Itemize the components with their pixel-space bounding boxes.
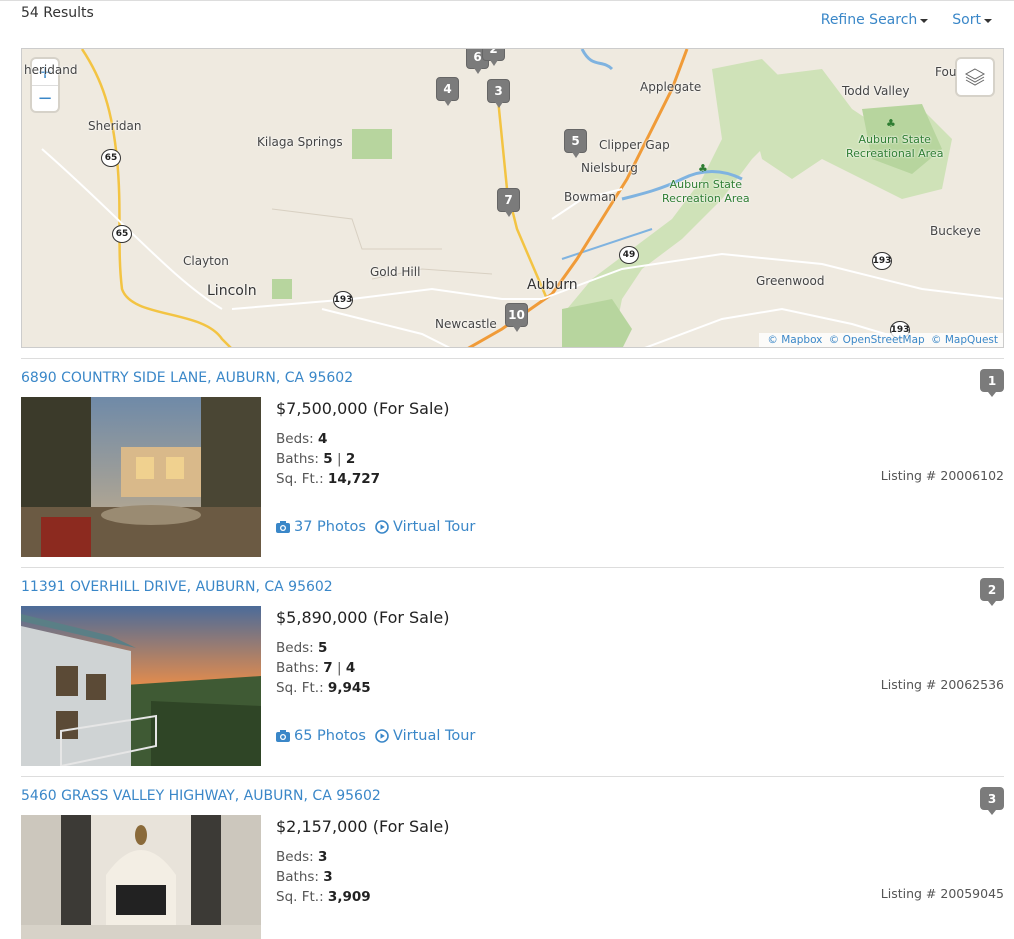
refine-search-dropdown[interactable]: Refine Search xyxy=(821,12,929,28)
listing-price: $7,500,000 (For Sale) xyxy=(276,399,450,418)
place-label: Applegate xyxy=(640,80,702,94)
virtual-tour-link[interactable]: Virtual Tour xyxy=(375,519,475,535)
attribution-link[interactable]: © Mapbox xyxy=(767,334,822,346)
map-attribution: © Mapbox © OpenStreetMap © MapQuest xyxy=(759,333,1003,347)
listing-sqft: Sq. Ft.: 9,945 xyxy=(276,680,371,696)
sort-dropdown[interactable]: Sort xyxy=(952,12,992,28)
layers-icon xyxy=(964,68,986,86)
listing-beds: Beds: 3 xyxy=(276,849,328,865)
park-tree-icon: ♣ xyxy=(698,162,708,175)
listing-card: 11391 OVERHILL DRIVE, AUBURN, CA 95602 2… xyxy=(21,567,1004,776)
listing-number: Listing # 20059045 xyxy=(880,886,1004,901)
listing-address-link[interactable]: 5460 GRASS VALLEY HIGHWAY, AUBURN, CA 95… xyxy=(21,788,381,804)
place-label: Nielsburg xyxy=(581,161,638,175)
sort-label: Sort xyxy=(952,12,981,28)
place-label: Todd Valley xyxy=(842,84,910,98)
caret-down-icon xyxy=(984,19,992,23)
camera-icon xyxy=(276,730,290,742)
place-label: Auburn xyxy=(527,277,578,293)
place-label: Bowman xyxy=(564,190,617,204)
top-divider xyxy=(0,0,1014,1)
highway-shield: 65 xyxy=(112,225,132,243)
listing-baths: Baths: 3 xyxy=(276,869,333,885)
listing-photo[interactable] xyxy=(21,606,261,766)
play-circle-icon xyxy=(375,729,389,743)
listing-photo-image xyxy=(21,397,261,557)
park-label: Auburn State Recreational Area xyxy=(846,133,944,160)
place-label: Fou xyxy=(935,65,957,79)
attribution-link[interactable]: © OpenStreetMap xyxy=(829,334,925,346)
listing-photo[interactable] xyxy=(21,815,261,939)
listing-map-badge[interactable]: 1 xyxy=(980,369,1004,397)
listing-card: 6890 COUNTRY SIDE LANE, AUBURN, CA 95602… xyxy=(21,358,1004,567)
highway-shield: 193 xyxy=(872,252,892,270)
place-label: Newcastle xyxy=(435,317,497,331)
virtual-tour-link[interactable]: Virtual Tour xyxy=(375,728,475,744)
listing-beds: Beds: 5 xyxy=(276,640,328,656)
listing-photo-image xyxy=(21,815,261,939)
listing-map-badge[interactable]: 2 xyxy=(980,578,1004,606)
listing-price: $2,157,000 (For Sale) xyxy=(276,817,450,836)
listing-price: $5,890,000 (For Sale) xyxy=(276,608,450,627)
listing-photo-image xyxy=(21,606,261,766)
highway-shield: 193 xyxy=(333,291,353,309)
place-label: Lincoln xyxy=(207,283,257,299)
caret-down-icon xyxy=(920,19,929,23)
refine-search-label: Refine Search xyxy=(820,12,918,28)
place-label: Clayton xyxy=(183,254,229,268)
results-map[interactable]: + − heridand Sheridan Kilaga Springs Cla… xyxy=(21,48,1004,348)
photos-link[interactable]: 65 Photos xyxy=(276,728,366,744)
results-toolbar: Refine Search Sort xyxy=(821,12,992,28)
highway-shield: 49 xyxy=(619,246,639,264)
park-tree-icon: ♣ xyxy=(886,117,896,130)
place-label: Gold Hill xyxy=(370,265,421,279)
place-label: Greenwood xyxy=(756,274,825,288)
map-marker[interactable]: 5 xyxy=(564,129,587,158)
highway-shield: 65 xyxy=(101,149,121,167)
place-label: Sheridan xyxy=(88,119,142,133)
listing-media-links: 65 Photos Virtual Tour xyxy=(276,728,475,744)
place-label: Buckeye xyxy=(930,224,981,238)
listing-map-badge[interactable]: 3 xyxy=(980,787,1004,815)
attribution-link[interactable]: © MapQuest xyxy=(931,334,998,346)
listing-address-link[interactable]: 11391 OVERHILL DRIVE, AUBURN, CA 95602 xyxy=(21,579,333,595)
listing-sqft: Sq. Ft.: 14,727 xyxy=(276,471,381,487)
listing-number: Listing # 20006102 xyxy=(880,468,1004,483)
listing-address-link[interactable]: 6890 COUNTRY SIDE LANE, AUBURN, CA 95602 xyxy=(21,370,353,386)
listing-media-links: 37 Photos Virtual Tour xyxy=(276,519,475,535)
listing-sqft: Sq. Ft.: 3,909 xyxy=(276,889,371,905)
place-label: Clipper Gap xyxy=(599,138,670,152)
camera-icon xyxy=(276,521,290,533)
listing-baths: Baths: 7 | 4 xyxy=(276,660,356,676)
results-count: 54 Results xyxy=(21,5,94,21)
listing-photo[interactable] xyxy=(21,397,261,557)
map-marker[interactable]: 4 xyxy=(436,77,459,106)
park-label: Auburn State Recreation Area xyxy=(662,178,750,205)
map-marker[interactable]: 7 xyxy=(497,188,520,217)
place-label: Kilaga Springs xyxy=(257,135,343,149)
place-label: heridand xyxy=(24,63,78,77)
map-marker[interactable]: 10 xyxy=(505,303,528,332)
map-marker[interactable]: 3 xyxy=(487,79,510,108)
map-marker[interactable]: 2 xyxy=(482,49,505,66)
listing-baths: Baths: 5 | 2 xyxy=(276,451,356,467)
map-layers-button[interactable] xyxy=(957,59,993,95)
play-circle-icon xyxy=(375,520,389,534)
listing-beds: Beds: 4 xyxy=(276,431,328,447)
listing-number: Listing # 20062536 xyxy=(880,677,1004,692)
photos-link[interactable]: 37 Photos xyxy=(276,519,366,535)
listing-card: 5460 GRASS VALLEY HIGHWAY, AUBURN, CA 95… xyxy=(21,776,1004,939)
zoom-out-button[interactable]: − xyxy=(32,85,58,111)
